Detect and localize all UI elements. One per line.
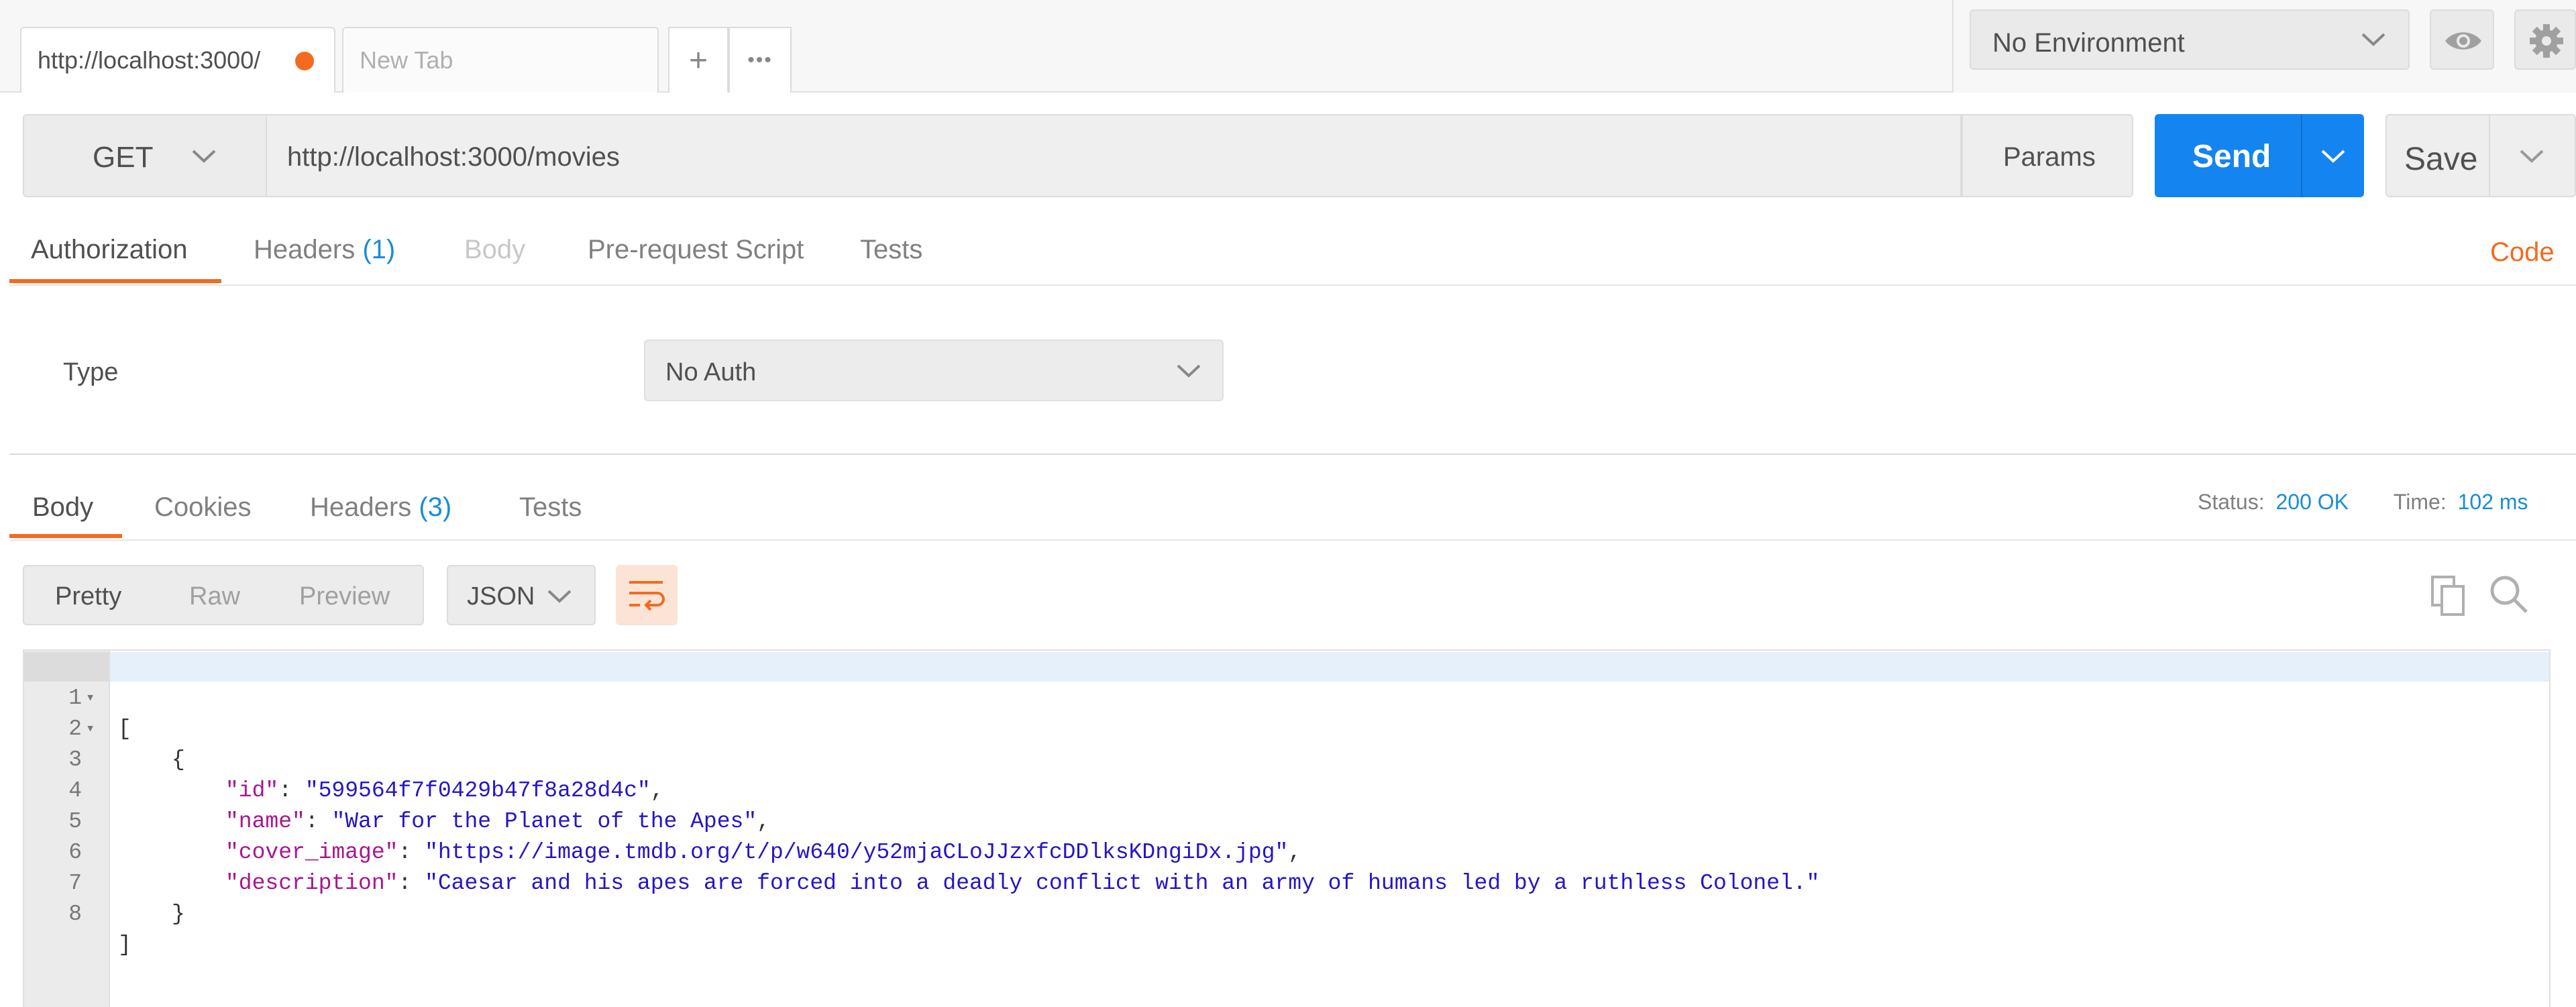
response-tab-headers[interactable]: Headers (3) (310, 492, 451, 523)
search-icon[interactable] (2489, 574, 2529, 615)
send-label: Send (2192, 139, 2271, 174)
auth-type-value: No Auth (665, 358, 757, 386)
response-tab-tests[interactable]: Tests (519, 492, 582, 523)
section-divider (9, 454, 2576, 455)
wrap-lines-icon (627, 577, 667, 613)
environment-select[interactable]: No Environment (1970, 9, 2410, 70)
status-value: 200 OK (2275, 490, 2349, 514)
save-label: Save (2404, 142, 2478, 177)
code-line-5: 5 "cover_image": "https://image.tmdb.org… (24, 776, 2549, 865)
active-tab-indicator (9, 279, 221, 283)
view-pretty-button[interactable]: Pretty (55, 582, 121, 611)
tab-headers[interactable]: Headers (1) (254, 235, 395, 265)
response-headers-label: Headers (310, 492, 412, 522)
unsaved-indicator-icon (295, 52, 314, 70)
divider (9, 284, 2576, 286)
time-label: Time: (2393, 490, 2447, 514)
chevron-down-icon (2320, 148, 2347, 165)
chevron-down-icon (2518, 148, 2545, 165)
divider (9, 539, 2576, 541)
response-body-editor[interactable]: 1 ▾ [ 2 ▾ { 3 "id": "599564f7f0429b47f8a28… (23, 649, 2551, 1007)
url-input[interactable]: http://localhost:3000/movies (267, 114, 1962, 197)
code-line-3: 3 "id": "599564f7f0429b47f8a28d4c", (24, 714, 2549, 803)
tab-tests[interactable]: Tests (860, 235, 922, 265)
code-line-1: 1 ▾ [ (24, 652, 2549, 741)
request-tab-new[interactable]: New Tab (342, 27, 659, 93)
chevron-down-icon (1175, 362, 1202, 380)
view-preview-button[interactable]: Preview (299, 582, 390, 611)
auth-type-select[interactable]: No Auth (644, 339, 1224, 401)
method-value: GET (93, 141, 154, 174)
tab-body[interactable]: Body (464, 235, 525, 265)
response-tab-cookies[interactable]: Cookies (154, 492, 252, 523)
json-brace: } (172, 902, 185, 926)
chevron-down-icon (2360, 31, 2387, 48)
format-value: JSON (467, 582, 535, 611)
code-line-7: 7 } (24, 837, 2549, 926)
response-headers-count-badge: (3) (419, 492, 452, 522)
more-tabs-button[interactable]: ••• (729, 27, 792, 93)
time-value: 102 ms (2457, 490, 2528, 514)
save-options-button[interactable] (2489, 114, 2576, 197)
response-tab-body[interactable]: Body (32, 492, 93, 523)
send-options-button[interactable] (2301, 114, 2364, 197)
new-tab-label: New Tab (360, 46, 453, 74)
request-tab-label: http://localhost:3000/ (38, 46, 261, 74)
method-select[interactable]: GET (23, 114, 267, 197)
gear-icon (2528, 23, 2565, 59)
eye-icon (2443, 28, 2483, 54)
url-value: http://localhost:3000/movies (287, 142, 620, 172)
settings-button[interactable] (2514, 9, 2576, 70)
auth-type-label: Type (63, 358, 119, 386)
ellipsis-icon: ••• (747, 49, 773, 71)
add-tab-button[interactable]: + (668, 27, 729, 93)
code-line-6: 6 "description": "Caesar and his apes ar… (24, 806, 2549, 896)
line-number: 8 (68, 902, 82, 926)
environment-quick-look-button[interactable] (2430, 9, 2494, 70)
headers-count-badge: (1) (362, 235, 396, 264)
request-tab-localhost[interactable]: http://localhost:3000/ (20, 27, 335, 93)
view-mode-group: Pretty Raw Preview (23, 565, 424, 625)
json-bracket: ] (118, 933, 131, 957)
status-label: Status: (2198, 490, 2265, 514)
code-line-2: 2 ▾ { (24, 683, 2549, 772)
plus-icon: + (688, 42, 708, 78)
format-select[interactable]: JSON (447, 565, 596, 625)
environment-select-value: No Environment (1992, 28, 2185, 58)
tab-authorization[interactable]: Authorization (31, 235, 187, 265)
params-button[interactable]: Params (1962, 114, 2133, 197)
code-line-8: 8 ] (24, 868, 2549, 957)
chevron-down-icon (546, 588, 573, 605)
params-label: Params (2003, 142, 2096, 172)
active-response-tab-indicator (9, 534, 122, 538)
code-line-4: 4 "name": "War for the Planet of the Ape… (24, 745, 2549, 834)
code-link[interactable]: Code (2490, 237, 2555, 268)
wrap-lines-button[interactable] (616, 565, 678, 625)
response-meta: Status: 200 OK Time: 102 ms (2198, 490, 2528, 515)
view-raw-button[interactable]: Raw (189, 582, 240, 611)
tab-pre-request-script[interactable]: Pre-request Script (588, 235, 804, 265)
tab-headers-label: Headers (254, 235, 356, 264)
chevron-down-icon (191, 148, 217, 165)
copy-icon[interactable] (2430, 574, 2467, 617)
